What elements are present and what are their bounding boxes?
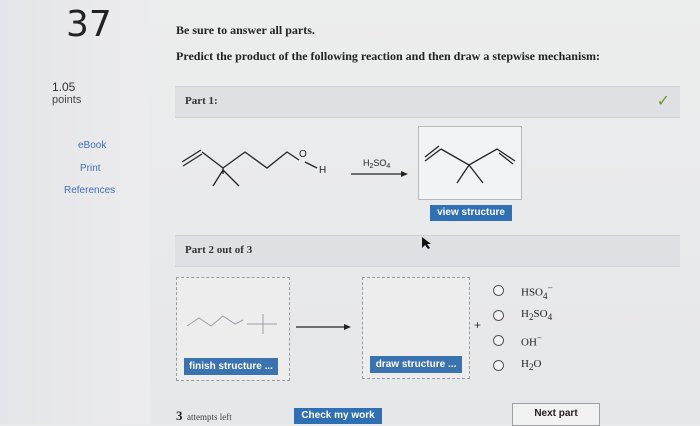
hydroxyl-h-label: H: [319, 165, 326, 176]
starting-alcohol-structure: [181, 149, 318, 187]
attempts-count: 3: [176, 408, 183, 423]
check-my-work-button[interactable]: Check my work: [294, 408, 382, 424]
plus-sign: +: [474, 318, 482, 332]
radio-button[interactable]: [493, 360, 504, 371]
instruction-answer-all: Be sure to answer all parts.: [176, 23, 315, 37]
part1-header: Part 1: ✓: [175, 86, 680, 118]
hydroxyl-o-label: O: [299, 149, 307, 160]
option-label: HSO4−: [521, 283, 553, 301]
check-icon: ✓: [656, 93, 670, 110]
attempts-indicator: 3 attempts left: [176, 407, 232, 425]
option-label: H2SO4: [521, 308, 553, 323]
print-link[interactable]: Print: [80, 163, 101, 174]
radio-button[interactable]: [493, 335, 504, 346]
part1-reaction: O H H2SO4: [181, 149, 408, 187]
part1-label: Part 1:: [185, 95, 218, 107]
view-structure-button[interactable]: view structure: [430, 205, 512, 221]
option-label: H2O: [521, 358, 542, 373]
instruction-predict: Predict the product of the following rea…: [176, 49, 600, 63]
part2-label: Part 2 out of 3: [185, 244, 253, 256]
mouse-cursor-icon: [422, 237, 431, 249]
next-part-button[interactable]: Next part: [512, 403, 600, 426]
points-value: 1.05: [52, 80, 76, 94]
reaction-arrowhead: [401, 171, 408, 177]
question-number: 37: [66, 4, 112, 45]
reagent-h2so4: H2SO4: [363, 158, 390, 170]
option-label: OH−: [521, 333, 543, 349]
attempts-text: attempts left: [186, 412, 232, 422]
product-structure-box[interactable]: [418, 126, 522, 200]
points-label: points: [52, 94, 82, 106]
radio-button[interactable]: [493, 285, 504, 296]
radio-button[interactable]: [493, 310, 504, 321]
product-structure: [424, 145, 516, 184]
question-sidebar: [0, 0, 150, 424]
draw-structure-button[interactable]: draw structure ...: [370, 356, 462, 373]
ebook-link[interactable]: eBook: [78, 140, 106, 151]
references-link[interactable]: References: [64, 185, 115, 196]
part2-arrow: [296, 324, 351, 330]
finish-structure-button[interactable]: finish structure ...: [184, 358, 278, 375]
